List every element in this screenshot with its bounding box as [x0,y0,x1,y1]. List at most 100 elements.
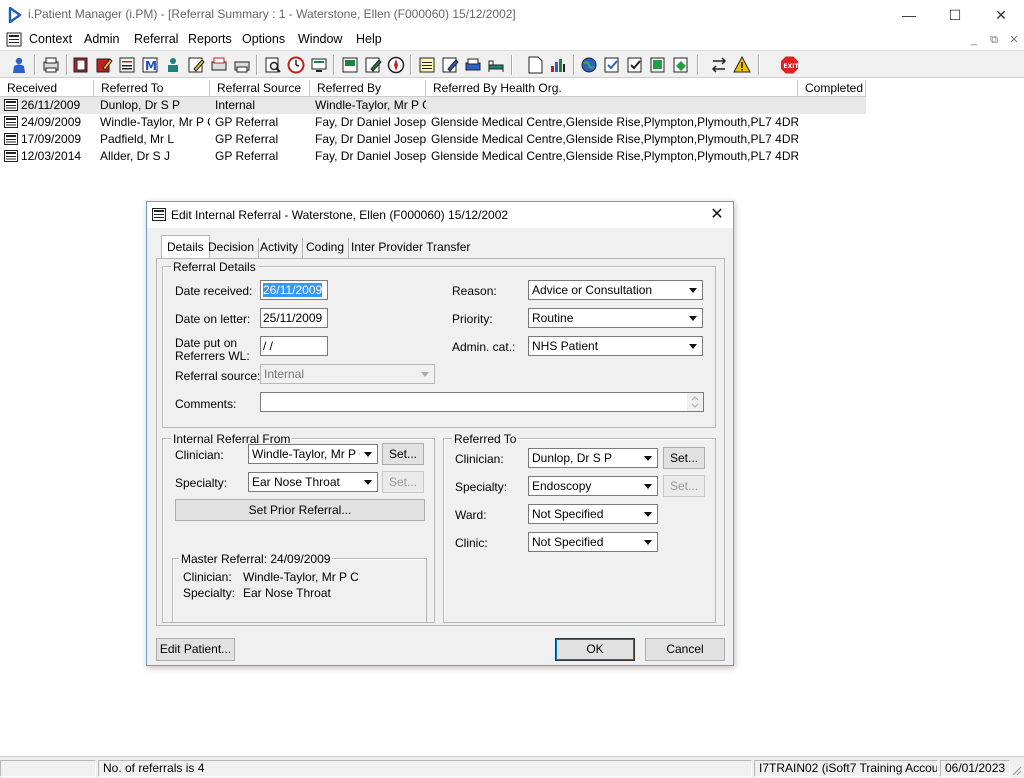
from-clinician-select[interactable]: Windle-Taylor, Mr P C [248,444,378,464]
cancel-button[interactable]: Cancel [645,638,725,661]
menu-window[interactable]: Window [298,32,342,46]
admin-cat-value: NHS Patient [532,339,599,353]
chevron-down-icon [640,478,656,494]
priority-select[interactable]: Routine [528,308,703,328]
exit-icon[interactable]: EXIT [779,54,800,75]
clinic-label: Clinic: [455,536,488,550]
col-header-received[interactable]: Received [0,80,94,97]
to-specialty-set-button[interactable]: Set... [663,475,705,497]
menu-options[interactable]: Options [242,32,285,46]
cell-completed [803,131,866,148]
from-clinician-set-button[interactable]: Set... [382,443,424,465]
to-clinician-label: Clinician: [455,452,504,466]
table-row[interactable]: 26/11/2009 Dunlop, Dr S P Internal Windl… [0,97,866,114]
check-doc-icon[interactable] [601,54,622,75]
dialog-close-button[interactable]: ✕ [703,204,731,226]
tab-inter-provider-transfer[interactable]: Inter Provider Transfer [347,238,474,258]
mdi-restore-button[interactable]: ⧉ [985,31,1003,49]
comments-field[interactable] [260,392,704,412]
tab-coding[interactable]: Coding [302,238,350,258]
to-clinician-select[interactable]: Dunlop, Dr S P [528,448,658,468]
comments-scrollbar[interactable] [687,393,703,411]
reason-value: Advice or Consultation [532,283,653,297]
print-icon[interactable] [40,54,61,75]
doc-edit-icon[interactable] [362,54,383,75]
date-put-on-field[interactable]: / / [260,336,328,356]
referral-source-select[interactable]: Internal [260,364,435,384]
chevron-down-icon [360,474,376,490]
menu-bar: Context Admin Referral Reports Options W… [0,30,1024,50]
table-row[interactable]: 17/09/2009 Padfield, Mr L GP Referral Fa… [0,131,866,148]
menu-context[interactable]: Context [29,32,72,46]
globe-icon[interactable] [578,54,599,75]
document-icon[interactable] [524,54,545,75]
arrows-icon[interactable] [708,54,729,75]
patient-icon[interactable] [8,54,29,75]
compass-icon[interactable] [385,54,406,75]
monitor-icon[interactable] [308,54,329,75]
chart-icon[interactable] [547,54,568,75]
green-doc2-icon[interactable] [670,54,691,75]
referrers-wl-label: Referrers WL: [175,349,250,363]
ward-select[interactable]: Not Specified [528,504,658,524]
check-doc2-icon[interactable] [624,54,645,75]
to-clinician-set-button[interactable]: Set... [663,447,705,469]
print2-icon[interactable] [208,54,229,75]
table-row[interactable]: 12/03/2014 Allder, Dr S J GP Referral Fa… [0,148,866,165]
mdi-minimize-button[interactable]: _ [965,31,983,49]
edit-patient-button[interactable]: Edit Patient... [156,638,235,661]
table-row[interactable]: 24/09/2009 Windle-Taylor, Mr P C GP Refe… [0,114,866,131]
bed-icon[interactable] [485,54,506,75]
edit-book-icon[interactable] [93,54,114,75]
cell-health-org: Glenside Medical Centre,Glenside Rise,Pl… [431,149,798,163]
menu-referral[interactable]: Referral [134,32,178,46]
title-bar: i.Patient Manager (i.PM) - [Referral Sum… [0,0,1024,30]
doc-view-icon[interactable] [339,54,360,75]
mdi-close-button[interactable]: ✕ [1005,31,1023,49]
referred-to-legend: Referred To [452,432,519,446]
ward-label: Ward: [455,508,487,522]
warning-icon[interactable] [731,54,752,75]
from-specialty-select[interactable]: Ear Nose Throat [248,472,378,492]
menu-help[interactable]: Help [356,32,382,46]
person-list-icon[interactable] [162,54,183,75]
search-doc-icon[interactable] [262,54,283,75]
referral-dialog-icon [152,208,166,221]
admin-cat-select[interactable]: NHS Patient [528,336,703,356]
menu-reports[interactable]: Reports [188,32,232,46]
resize-grip-icon[interactable] [1010,764,1022,776]
menu-admin[interactable]: Admin [84,32,119,46]
from-specialty-label: Specialty: [175,476,228,490]
to-specialty-select[interactable]: Endoscopy [528,476,658,496]
close-button[interactable]: ✕ [978,0,1024,30]
clock-icon[interactable] [285,54,306,75]
minimize-button[interactable]: — [886,0,932,30]
col-header-referred-by[interactable]: Referred By [310,80,426,97]
tab-decision[interactable]: Decision [204,238,260,258]
date-received-field[interactable]: 26/11/2009 [260,280,328,300]
notepad-icon[interactable] [416,54,437,75]
printer-icon[interactable] [462,54,483,75]
m-icon[interactable]: M [139,54,160,75]
col-header-referral-source[interactable]: Referral Source [210,80,310,97]
reason-select[interactable]: Advice or Consultation [528,280,703,300]
ok-button[interactable]: OK [555,638,635,661]
cell-received: 24/09/2009 [21,115,82,129]
form-edit-icon[interactable] [439,54,460,75]
col-header-completed[interactable]: Completed [798,80,866,97]
list-icon[interactable] [116,54,137,75]
clinic-select[interactable]: Not Specified [528,532,658,552]
set-prior-referral-button[interactable]: Set Prior Referral... [175,499,425,521]
tab-activity[interactable]: Activity [256,238,304,258]
tab-details[interactable]: Details [161,235,210,259]
green-doc-icon[interactable] [647,54,668,75]
maximize-button[interactable]: ☐ [932,0,978,30]
date-on-letter-field[interactable]: 25/11/2009 [260,308,328,328]
document-menu-icon[interactable] [6,32,22,47]
book-icon[interactable] [70,54,91,75]
col-header-referred-to[interactable]: Referred To [94,80,210,97]
from-specialty-set-button[interactable]: Set... [382,471,424,493]
col-header-health-org[interactable]: Referred By Health Org. [426,80,798,97]
print3-icon[interactable] [231,54,252,75]
notes-icon[interactable] [185,54,206,75]
